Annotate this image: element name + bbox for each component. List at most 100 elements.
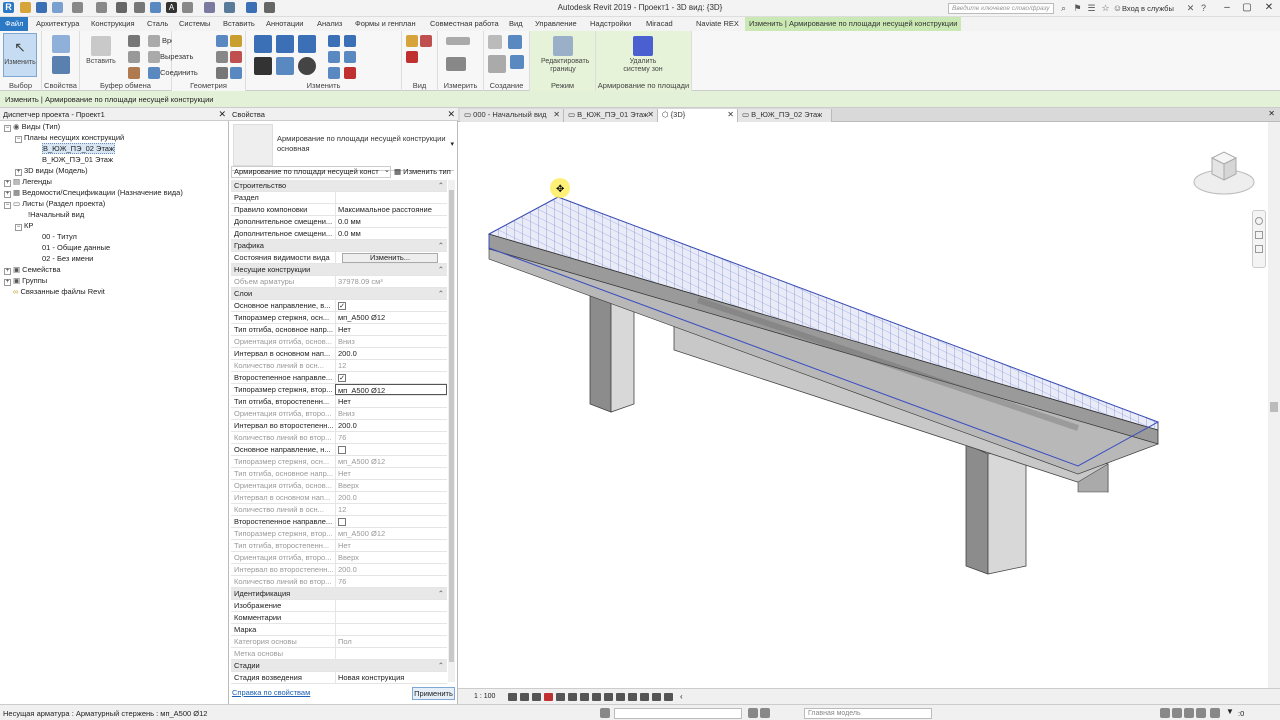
cut-icon[interactable] [128, 35, 140, 47]
collapse-icon[interactable]: ⌃ [335, 660, 447, 671]
type-properties-icon[interactable] [52, 56, 70, 74]
search-input[interactable]: Введите ключевое слово/фразу [948, 3, 1054, 14]
reveal-hidden-icon[interactable] [604, 693, 613, 701]
subscription-icon[interactable]: ⚑ [1072, 3, 1083, 14]
paste-button[interactable]: Вставить [84, 33, 118, 77]
property-row[interactable]: Интервал в основном нап... 200.0 [231, 348, 447, 360]
tree-node[interactable]: − ▭ Листы (Раздел проекта) [4, 198, 105, 209]
view-scale[interactable]: 1 : 100 [474, 693, 495, 700]
collapse-icon[interactable]: ⌃ [335, 588, 447, 599]
tree-node[interactable]: 00 - Титул [42, 231, 77, 242]
temporary-hide-icon[interactable] [592, 693, 601, 701]
property-row[interactable]: Интервал во второстепенн... 200.0 [231, 420, 447, 432]
undo-icon[interactable] [72, 2, 83, 13]
minimize-button[interactable]: – [1220, 1, 1234, 15]
show-crop-icon[interactable] [568, 693, 577, 701]
measure-tool-icon[interactable] [446, 37, 470, 45]
property-row[interactable]: Марка [231, 624, 447, 636]
hide-icon[interactable] [406, 35, 418, 47]
favorites-icon[interactable]: ☆ [1100, 3, 1111, 14]
close-icon[interactable]: ✕ [218, 108, 226, 121]
property-row[interactable]: Комментарии [231, 612, 447, 624]
property-value[interactable]: мп_A500 Ø12 [335, 528, 447, 539]
property-row[interactable]: Типоразмер стержня, втор... мп_A500 Ø12 [231, 528, 447, 540]
visual-style-icon[interactable] [520, 693, 529, 701]
property-row[interactable]: Дополнительное смещени... 0.0 мм [231, 216, 447, 228]
slab-side[interactable] [488, 233, 1159, 445]
properties-help-link[interactable]: Справка по свойствам [232, 688, 310, 697]
property-value[interactable]: Максимальное расстояние [335, 204, 447, 215]
array-icon[interactable] [328, 51, 340, 63]
properties-icon[interactable] [52, 35, 70, 53]
property-checkbox[interactable] [338, 518, 346, 527]
property-row[interactable]: Типоразмер стержня, осн... мп_A500 Ø12 [231, 456, 447, 468]
viewport-scrollbar[interactable] [1268, 122, 1280, 688]
property-value[interactable]: Вверх [335, 552, 447, 563]
cut-geometry-icon[interactable] [148, 51, 160, 63]
drag-elements-icon[interactable] [1210, 708, 1220, 718]
show-analytical-icon[interactable] [652, 693, 661, 701]
analytical-model-icon[interactable] [616, 693, 625, 701]
collapse-icon[interactable]: ⌃ [335, 288, 447, 299]
property-row[interactable]: Ориентация отгиба, второ... Вверх [231, 552, 447, 564]
tab-view[interactable]: Вид [505, 17, 527, 31]
demolish-icon[interactable] [230, 51, 242, 63]
sync-icon[interactable] [52, 2, 63, 13]
expand-icon[interactable]: + [15, 169, 22, 176]
property-value[interactable] [335, 624, 447, 635]
property-value[interactable] [335, 612, 447, 623]
property-category[interactable]: Идентификация ⌃ [231, 588, 447, 600]
column-left-face[interactable] [589, 291, 612, 413]
create-similar-icon[interactable] [510, 55, 524, 69]
expand-icon[interactable]: + [4, 191, 11, 198]
create-parts-icon[interactable] [488, 35, 502, 49]
property-value[interactable]: Вниз [335, 336, 447, 347]
detail-level-icon[interactable] [508, 693, 517, 701]
property-row[interactable]: Тип отгиба, основное напр... Нет [231, 324, 447, 336]
join-icon[interactable] [148, 67, 160, 79]
tab-collaborate[interactable]: Совместная работа [426, 17, 503, 31]
property-row[interactable]: Тип отгиба, второстепенн... Нет [231, 540, 447, 552]
property-row[interactable]: Количество линий в осн... 12 [231, 504, 447, 516]
tree-node[interactable]: 02 - Без имени [42, 253, 93, 264]
property-row[interactable]: Основное направление, в... ✓ [231, 300, 447, 312]
text-icon[interactable]: A [166, 2, 177, 13]
tab-file[interactable]: Файл [0, 17, 29, 31]
paint-icon[interactable] [230, 35, 242, 47]
close-hidden-icon[interactable] [264, 2, 275, 13]
property-row[interactable]: Дополнительное смещени... 0.0 мм [231, 228, 447, 240]
dimension-icon[interactable] [150, 2, 161, 13]
property-value[interactable]: 76 [335, 432, 447, 443]
tree-node[interactable]: + ▦ Ведомости/Спецификации (Назначение ви… [4, 187, 183, 198]
property-value[interactable]: мп_A500 Ø12 [335, 312, 447, 323]
property-value[interactable]: Нет [335, 396, 447, 407]
slab-bottom[interactable] [488, 248, 1159, 475]
mirror-pick-icon[interactable] [298, 35, 316, 53]
property-row[interactable]: Интервал во второстепенн... 200.0 [231, 564, 447, 576]
property-value[interactable]: 0.0 мм [335, 228, 447, 239]
property-value[interactable]: мп_A500 Ø12 [335, 384, 447, 395]
property-row[interactable]: Тип отгиба, основное напр... Нет [231, 468, 447, 480]
chevron-down-icon[interactable]: ⌄ [384, 166, 390, 174]
property-value[interactable] [335, 648, 447, 659]
aligned-dimension-icon[interactable] [446, 57, 466, 71]
property-row[interactable]: Типоразмер стержня, втор... мп_A500 Ø12 [231, 384, 447, 396]
move-icon[interactable] [254, 57, 272, 75]
chevron-down-icon[interactable]: ▾ [450, 140, 454, 148]
tree-node[interactable]: − КР [15, 220, 33, 231]
property-value[interactable]: Вверх [335, 480, 447, 491]
switch-windows-icon[interactable] [246, 2, 257, 13]
property-row[interactable]: Второстепенное направле... ✓ [231, 372, 447, 384]
property-category[interactable]: Строительство ⌃ [231, 180, 447, 192]
tab-addins[interactable]: Надстройки [586, 17, 635, 31]
help-icon[interactable]: ? [1198, 3, 1209, 14]
offset-icon[interactable] [276, 35, 294, 53]
collapse-icon[interactable]: − [15, 224, 22, 231]
property-category[interactable]: Слои ⌃ [231, 288, 447, 300]
column-left-face[interactable] [965, 443, 989, 575]
close-icon[interactable]: ✕ [727, 109, 734, 121]
select-links-icon[interactable] [1160, 708, 1170, 718]
create-assembly-icon[interactable] [488, 55, 506, 73]
tab-insert[interactable]: Вставить [219, 17, 259, 31]
section-icon[interactable] [204, 2, 215, 13]
